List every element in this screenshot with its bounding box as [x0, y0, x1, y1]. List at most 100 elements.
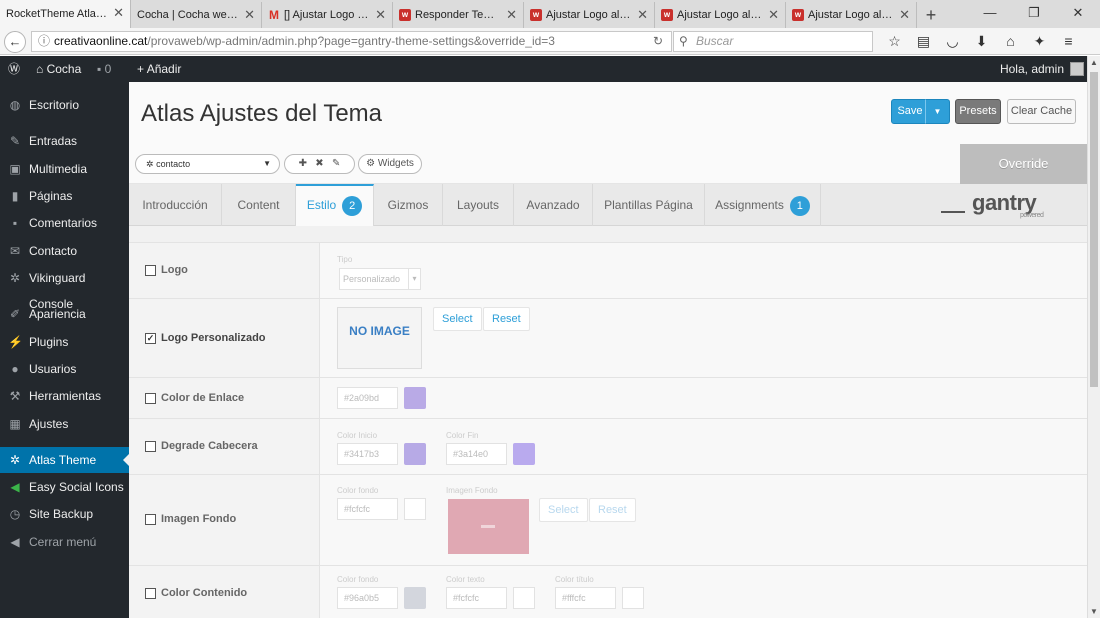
gradient-start-swatch[interactable] [404, 443, 426, 465]
sidebar-item-comentarios[interactable]: ▪ Comentarios [0, 210, 129, 236]
close-tab-icon[interactable]: ✕ [768, 2, 779, 28]
reading-list-icon[interactable]: ▤ [909, 31, 938, 52]
admin-bar-add[interactable]: + Añadir [137, 56, 181, 82]
collapse-menu-button[interactable]: ◀ Cerrar menú [0, 529, 129, 555]
sidebar-item-entradas[interactable]: ✎ Entradas [0, 128, 129, 154]
admin-bar-account[interactable]: Hola, admin [1000, 56, 1084, 82]
sidebar-item-paginas[interactable]: ▮ Páginas [0, 183, 129, 209]
logo-select-button[interactable]: Select [433, 307, 482, 331]
sidebar-item-site-backup[interactable]: ◷ Site Backup [0, 501, 129, 527]
content-text-swatch[interactable] [513, 587, 535, 609]
sidebar-item-plugins[interactable]: ⚡ Plugins [0, 329, 129, 355]
tab-avanzado[interactable]: Avanzado [514, 184, 593, 226]
logo-override-checkbox[interactable] [145, 264, 156, 276]
url-input[interactable]: ⓘ creativaonline.cat/provaweb/wp-admin/a… [31, 31, 672, 52]
sidebar-item-herramientas[interactable]: ⚒ Herramientas [0, 383, 129, 409]
close-tab-icon[interactable]: ✕ [637, 2, 648, 28]
scrollbar-thumb[interactable] [1090, 72, 1098, 387]
restore-icon[interactable]: ❐ [1012, 0, 1056, 26]
background-reset-button[interactable]: Reset [589, 498, 636, 522]
new-tab-icon[interactable]: + [917, 2, 945, 28]
admin-bar-site[interactable]: ⌂ Cocha [36, 56, 81, 82]
comment-icon: ▪ [97, 62, 102, 76]
scroll-up-icon[interactable]: ▲ [1090, 58, 1098, 67]
tab-content[interactable]: Content [222, 184, 296, 226]
browser-tab[interactable]: w Ajustar Logo al Anc ✕ [524, 2, 655, 28]
content-title-swatch[interactable] [622, 587, 644, 609]
sidebar-item-vikinguard[interactable]: ✲ Vikinguard Console [0, 265, 129, 311]
download-icon[interactable]: ⬇ [967, 31, 996, 52]
gradient-start-input[interactable]: #3417b3 [337, 443, 398, 465]
delete-icon[interactable]: ✖ [315, 158, 323, 169]
override-toggle[interactable]: Override [960, 144, 1087, 184]
browser-tab[interactable]: w Ajustar Logo al Anc ✕ [655, 2, 786, 28]
save-dropdown-button[interactable]: ▼ [925, 99, 950, 124]
reload-icon[interactable]: ↻ [653, 32, 663, 51]
menu-icon[interactable]: ≡ [1054, 31, 1083, 52]
tab-layouts[interactable]: Layouts [443, 184, 514, 226]
minimize-icon[interactable]: — [968, 0, 1012, 26]
tab-assignments[interactable]: Assignments 1 [705, 184, 821, 226]
override-select[interactable]: ✲ contacto ▼ [135, 154, 280, 174]
widgets-button[interactable]: ⚙ Widgets [358, 154, 422, 174]
link-color-input[interactable]: #2a09bd [337, 387, 398, 409]
clear-cache-button[interactable]: Clear Cache [1007, 99, 1076, 124]
close-tab-icon[interactable]: ✕ [113, 0, 124, 26]
back-icon[interactable]: ← [4, 31, 26, 53]
home-icon[interactable]: ⌂ [996, 31, 1025, 52]
sidebar-item-multimedia[interactable]: ▣ Multimedia [0, 156, 129, 182]
presets-button[interactable]: Presets [955, 99, 1001, 124]
header-gradient-checkbox[interactable] [145, 440, 156, 452]
sidebar-item-usuarios[interactable]: ● Usuarios [0, 356, 129, 382]
browser-tab[interactable]: Cocha | Cocha web pro✕ [131, 2, 262, 28]
search-input[interactable]: ⚲ Buscar [673, 31, 873, 52]
sidebar-item-contacto[interactable]: ✉ Contacto [0, 238, 129, 264]
link-color-checkbox[interactable] [145, 392, 156, 404]
browser-tab[interactable]: M[] Ajustar Logo al A ✕ [262, 2, 393, 28]
close-tab-icon[interactable]: ✕ [506, 2, 517, 28]
background-color-input[interactable]: #fcfcfc [337, 498, 398, 520]
browser-tab[interactable]: wResponder Tema: A✕ [393, 2, 524, 28]
comment-icon: ▪ [12, 216, 18, 230]
add-icon[interactable]: ✚ [299, 158, 307, 169]
browser-tab[interactable]: w Ajustar Logo al Anc ✕ [786, 2, 917, 28]
bookmark-star-icon[interactable]: ☆ [880, 31, 909, 52]
wordpress-logo-icon[interactable]: Ⓦ [8, 56, 20, 82]
tab-introduccion[interactable]: Introducción [129, 184, 222, 226]
content-text-input[interactable]: #fcfcfc [446, 587, 507, 609]
sidebar-item-apariencia[interactable]: ✐ Apariencia [0, 301, 129, 327]
browser-tab[interactable]: RocketTheme Atlas The✕ [0, 0, 131, 28]
content-color-checkbox[interactable] [145, 587, 156, 599]
content-title-input[interactable]: #fffcfc [555, 587, 616, 609]
logo-reset-button[interactable]: Reset [483, 307, 530, 331]
sidebar-item-escritorio[interactable]: ◍ Escritorio [0, 92, 129, 118]
scroll-down-icon[interactable]: ▼ [1090, 607, 1098, 616]
logo-custom-checkbox[interactable]: ✓ [145, 332, 156, 344]
sidebar-item-atlas-theme[interactable]: ✲ Atlas Theme [0, 447, 129, 473]
logo-type-select[interactable]: Personalizado ▾ [339, 268, 421, 290]
page-scrollbar[interactable]: ▲ ▼ [1087, 56, 1100, 618]
content-bg-input[interactable]: #96a0b5 [337, 587, 398, 609]
gradient-end-input[interactable]: #3a14e0 [446, 443, 507, 465]
close-window-icon[interactable]: ✕ [1056, 0, 1100, 26]
info-icon[interactable]: ⓘ [38, 32, 50, 51]
gradient-end-swatch[interactable] [513, 443, 535, 465]
admin-bar-comments[interactable]: ▪ 0 [97, 56, 111, 82]
close-tab-icon[interactable]: ✕ [375, 2, 386, 28]
tab-estilo[interactable]: Estilo 2 [296, 184, 374, 226]
close-tab-icon[interactable]: ✕ [244, 2, 255, 28]
background-select-button[interactable]: Select [539, 498, 588, 522]
sidebar-item-ajustes[interactable]: ▦ Ajustes [0, 411, 129, 437]
sidebar-item-easy-social-icons[interactable]: ◀ Easy Social Icons [0, 474, 129, 500]
tab-gizmos[interactable]: Gizmos [374, 184, 443, 226]
content-bg-swatch[interactable] [404, 587, 426, 609]
extension-icon[interactable]: ✦ [1025, 31, 1054, 52]
tab-plantillas-pagina[interactable]: Plantillas Página [593, 184, 705, 226]
edit-icon[interactable]: ✎ [332, 158, 340, 169]
link-color-swatch[interactable] [404, 387, 426, 409]
background-image-checkbox[interactable] [145, 513, 156, 525]
avatar [1070, 62, 1084, 76]
background-color-swatch[interactable] [404, 498, 426, 520]
close-tab-icon[interactable]: ✕ [899, 2, 910, 28]
pocket-icon[interactable]: ◡ [938, 31, 967, 52]
